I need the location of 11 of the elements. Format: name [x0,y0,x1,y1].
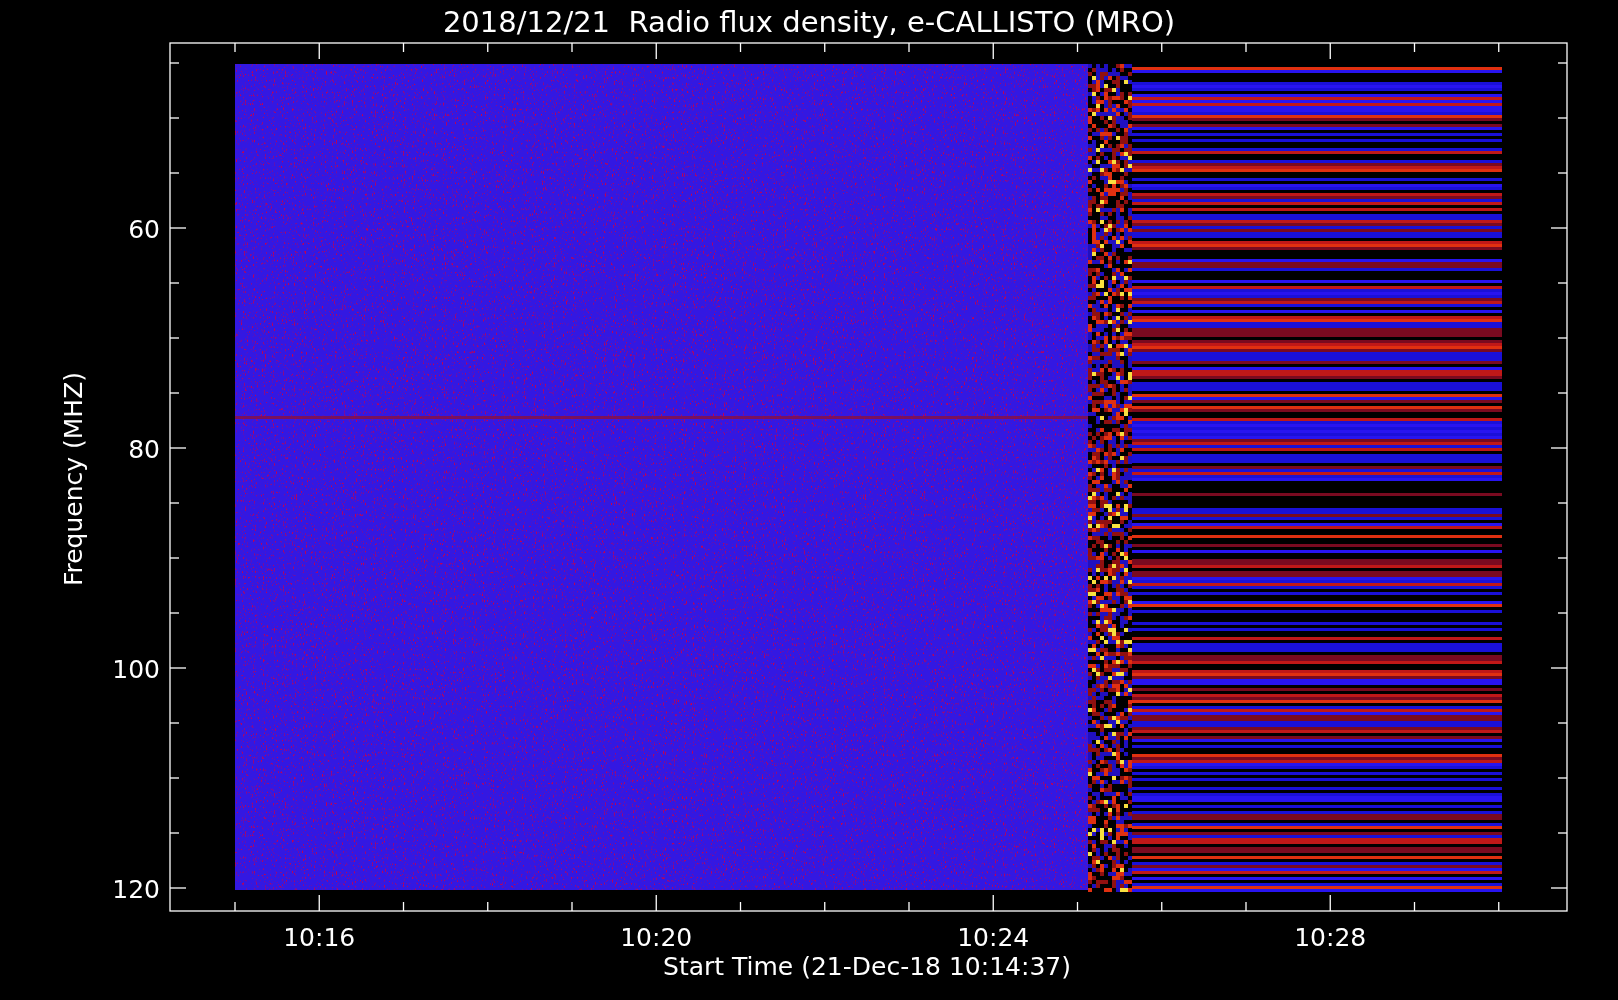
x-axis-label: Start Time (21-Dec-18 10:14:37) [663,952,1071,981]
y-tick-label: 80 [128,435,160,464]
x-tick-label: 10:28 [1294,923,1367,952]
x-tick-label: 10:20 [620,923,693,952]
y-axis-label: Frequency (MHZ) [59,371,88,587]
x-tick-label: 10:24 [957,923,1030,952]
x-tick-label: 10:16 [283,923,356,952]
y-tick-label: 100 [112,655,160,684]
y-tick-label: 60 [128,215,160,244]
plot-title: 2018/12/21 Radio flux density, e-CALLISTO (MRO) [442,5,1176,39]
y-tick-label: 120 [112,875,160,904]
